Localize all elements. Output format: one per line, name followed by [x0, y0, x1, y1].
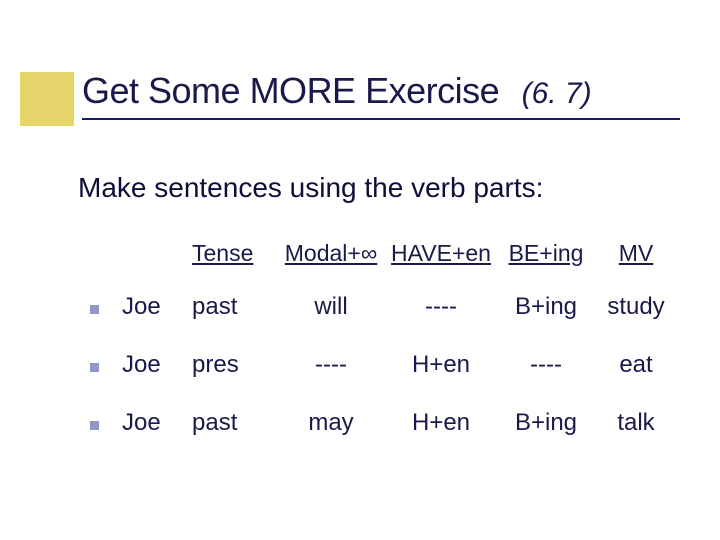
- col-header-have: HAVE+en: [386, 240, 496, 267]
- cell-have: H+en: [386, 409, 496, 437]
- col-header-mv: MV: [596, 240, 676, 267]
- cell-mv: talk: [596, 409, 676, 437]
- table-row: Joe past may H+en B+ing talk: [90, 409, 680, 437]
- cell-subj: Joe: [122, 351, 192, 379]
- cell-tense: pres: [192, 351, 276, 379]
- bullet-icon: [90, 293, 122, 321]
- cell-modal: ----: [276, 351, 386, 379]
- title-area: Get Some MORE Exercise (6. 7): [82, 70, 680, 120]
- cell-subj: Joe: [122, 409, 192, 437]
- slide-subtitle: Make sentences using the verb parts:: [78, 172, 543, 204]
- col-header-tense: Tense: [192, 240, 276, 267]
- cell-have: ----: [386, 293, 496, 321]
- bullet-icon: [90, 409, 122, 437]
- cell-tense: past: [192, 293, 276, 321]
- slide-title: Get Some MORE Exercise: [82, 70, 499, 111]
- table-header-row: Tense Modal+∞ HAVE+en BE+ing MV: [90, 240, 680, 267]
- slide-ref: (6. 7): [522, 77, 592, 110]
- slide: Get Some MORE Exercise (6. 7) Make sente…: [0, 0, 720, 540]
- cell-modal: may: [276, 409, 386, 437]
- table-row: Joe past will ---- B+ing study: [90, 293, 680, 321]
- cell-mv: study: [596, 293, 676, 321]
- cell-be: B+ing: [496, 409, 596, 437]
- cell-subj: Joe: [122, 293, 192, 321]
- table-row: Joe pres ---- H+en ---- eat: [90, 351, 680, 379]
- col-header-modal: Modal+∞: [276, 240, 386, 267]
- cell-be: ----: [496, 351, 596, 379]
- title-line: Get Some MORE Exercise (6. 7): [82, 70, 680, 120]
- accent-square: [20, 72, 74, 126]
- cell-tense: past: [192, 409, 276, 437]
- bullet-icon: [90, 351, 122, 379]
- verb-table: Tense Modal+∞ HAVE+en BE+ing MV Joe past…: [90, 240, 680, 467]
- cell-modal: will: [276, 293, 386, 321]
- cell-be: B+ing: [496, 293, 596, 321]
- col-header-be: BE+ing: [496, 240, 596, 267]
- cell-mv: eat: [596, 351, 676, 379]
- cell-have: H+en: [386, 351, 496, 379]
